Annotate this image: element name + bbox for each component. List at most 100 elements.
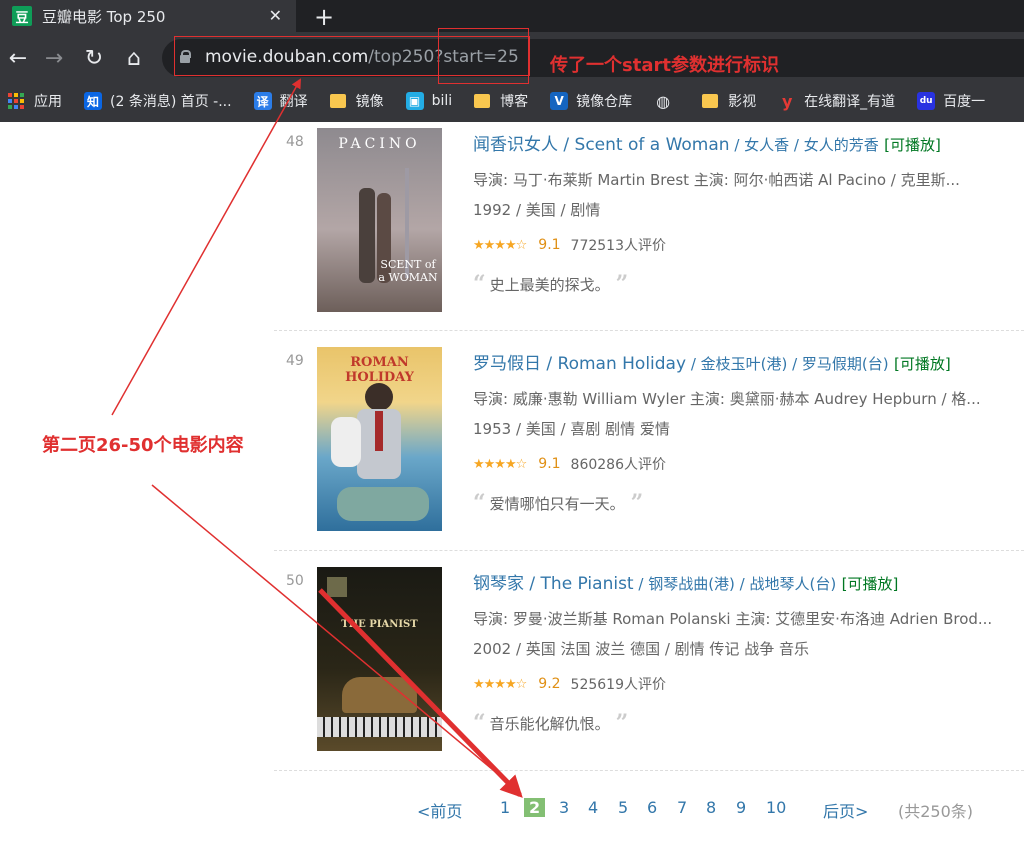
reload-icon[interactable]: ↻: [80, 44, 108, 72]
bookmark-label: (2 条消息) 首页 -...: [110, 94, 232, 110]
movie-crew: 导演: 威廉·惠勒 William Wyler 主演: 奥黛丽·赫本 Audre…: [473, 390, 981, 408]
poster-title: THE PIANIST: [341, 619, 418, 630]
bookmark-bili[interactable]: ▣ bili: [405, 92, 453, 110]
rating-votes: 860286人评价: [570, 457, 666, 473]
douban-favicon-icon: 豆: [12, 6, 32, 26]
bookmark-label: 应用: [34, 94, 62, 110]
movie-poster[interactable]: THE PIANIST: [317, 567, 442, 751]
prev-page-link[interactable]: <前页: [417, 798, 462, 822]
movie-rating: ★★★★☆ 9.2 525619人评价: [473, 674, 1024, 694]
bookmark-label: 在线翻译_有道: [804, 94, 896, 110]
movie-poster[interactable]: ROMAN HOLIDAY: [317, 347, 442, 531]
open-quote-icon: “: [473, 490, 486, 516]
total-count: (共250条): [898, 802, 974, 821]
bookmark-label: 镜像: [355, 94, 384, 110]
open-quote-icon: “: [473, 271, 486, 297]
bookmark-video[interactable]: 影视: [702, 91, 756, 111]
rating-votes: 772513人评价: [570, 238, 666, 254]
movie-quote: “ 史上最美的探戈。 ”: [473, 271, 1024, 297]
movie-other-titles: / 钢琴战曲(港) / 战地琴人(台): [633, 575, 837, 593]
item-divider: [274, 770, 1024, 771]
quote-text: 史上最美的探戈。: [489, 275, 610, 294]
rating-votes: 525619人评价: [570, 677, 666, 693]
page-link-1[interactable]: 1: [500, 798, 510, 817]
baidu-icon: du: [917, 92, 936, 110]
poster-title: PACINO: [338, 136, 421, 152]
bilibili-icon: ▣: [405, 92, 424, 110]
movie-title-en: / Scent of a Woman: [558, 135, 730, 155]
movie-quote: “ 音乐能化解仇恨。 ”: [473, 710, 1024, 736]
open-quote-icon: “: [473, 710, 486, 736]
close-quote-icon: ”: [630, 490, 644, 516]
item-divider: [274, 330, 1024, 331]
movie-title-line[interactable]: 钢琴家 / The Pianist / 钢琴战曲(港) / 战地琴人(台) [可…: [473, 569, 1024, 594]
rating-stars-icon: ★★★★☆: [473, 237, 527, 253]
movie-rating: ★★★★☆ 9.1 860286人评价: [473, 454, 1024, 474]
page-link-10[interactable]: 10: [766, 798, 786, 817]
movie-title-en: / The Pianist: [524, 574, 634, 594]
zhihu-icon: 知: [84, 92, 102, 110]
close-quote-icon: ”: [615, 710, 629, 736]
back-arrow-icon[interactable]: ←: [4, 44, 32, 72]
bookmark-label: 翻译: [279, 94, 308, 110]
movie-rating: ★★★★☆ 9.1 772513人评价: [473, 235, 1024, 255]
bookmark-mirror-repo[interactable]: V 镜像仓库: [550, 91, 632, 111]
next-page-link[interactable]: 后页>: [823, 798, 868, 822]
bookmark-blog[interactable]: 博客: [474, 91, 528, 111]
movie-crew: 导演: 马丁·布莱斯 Martin Brest 主演: 阿尔·帕西诺 Al Pa…: [473, 171, 960, 189]
movie-title-line[interactable]: 闻香识女人 / Scent of a Woman / 女人香 / 女人的芳香 […: [473, 130, 1024, 155]
param-highlight-box: [438, 28, 529, 84]
movie-info: 钢琴家 / The Pianist / 钢琴战曲(港) / 战地琴人(台) [可…: [473, 569, 1024, 736]
bookmark-baidu[interactable]: du 百度一: [917, 91, 985, 111]
movie-title-line[interactable]: 罗马假日 / Roman Holiday / 金枝玉叶(港) / 罗马假期(台)…: [473, 349, 1024, 374]
page-link-7[interactable]: 7: [677, 798, 687, 817]
page-link-6[interactable]: 6: [647, 798, 657, 817]
bookmark-label: 百度一: [943, 94, 986, 110]
poster-subtitle: SCENT of a WOMAN: [378, 258, 438, 284]
movie-poster[interactable]: PACINO SCENT of a WOMAN: [317, 128, 442, 312]
bookmark-youdao[interactable]: y 在线翻译_有道: [778, 91, 895, 111]
movie-item: 50 THE PIANIST 钢琴家 / The Pianist / 钢琴战曲(…: [274, 561, 1024, 769]
home-icon[interactable]: ⌂: [120, 44, 148, 72]
close-tab-icon[interactable]: ✕: [269, 6, 282, 25]
folder-icon: [474, 94, 491, 108]
page-link-5[interactable]: 5: [618, 798, 628, 817]
bookmark-mirror[interactable]: 镜像: [329, 91, 384, 111]
bookmark-apps[interactable]: 应用: [8, 91, 62, 111]
rating-stars-icon: ★★★★☆: [473, 676, 527, 692]
rating-score: 9.1: [538, 237, 561, 253]
movie-crew: 导演: 罗曼·波兰斯基 Roman Polanski 主演: 艾德里安·布洛迪 …: [473, 610, 993, 628]
bookmark-label: bili: [431, 93, 453, 109]
movie-rank: 50: [286, 573, 304, 589]
tab-douban-top250[interactable]: 豆 豆瓣电影 Top 250 ✕: [0, 0, 296, 32]
item-divider: [274, 550, 1024, 551]
movie-meta: 1992 / 美国 / 剧情: [473, 201, 601, 219]
bookmark-translate[interactable]: 译 翻译: [253, 91, 308, 111]
tab-title: 豆瓣电影 Top 250: [42, 7, 166, 26]
movie-info: 闻香识女人 / Scent of a Woman / 女人香 / 女人的芳香 […: [473, 130, 1024, 297]
bookmark-zhihu[interactable]: 知 (2 条消息) 首页 -...: [84, 91, 232, 111]
movie-item: 49 ROMAN HOLIDAY 罗马假日 / Roman Holiday / …: [274, 341, 1024, 549]
bookmark-globe[interactable]: ◍: [654, 91, 680, 111]
movie-meta: 2002 / 英国 法国 波兰 德国 / 剧情 传记 战争 音乐: [473, 640, 809, 658]
translate-icon: 译: [253, 92, 272, 110]
new-tab-icon[interactable]: +: [314, 3, 334, 31]
globe-icon: ◍: [656, 91, 671, 111]
page-link-8[interactable]: 8: [706, 798, 716, 817]
playable-badge[interactable]: [可播放]: [842, 575, 899, 593]
playable-badge[interactable]: [可播放]: [884, 136, 941, 154]
page-link-9[interactable]: 9: [736, 798, 746, 817]
rating-stars-icon: ★★★★☆: [473, 456, 527, 472]
page-link-3[interactable]: 3: [559, 798, 569, 817]
apps-grid-icon: [8, 93, 24, 109]
playable-badge[interactable]: [可播放]: [894, 355, 951, 373]
forward-arrow-icon[interactable]: →: [40, 44, 68, 72]
movie-other-titles: / 女人香 / 女人的芳香: [729, 136, 879, 154]
page-link-4[interactable]: 4: [588, 798, 598, 817]
movie-meta: 1953 / 美国 / 喜剧 剧情 爱情: [473, 420, 670, 438]
movie-info: 罗马假日 / Roman Holiday / 金枝玉叶(港) / 罗马假期(台)…: [473, 349, 1024, 516]
pagination: <前页 1 2 3 4 5 6 7 8 9 10 后页> (共250条): [0, 798, 1024, 822]
quote-text: 音乐能化解仇恨。: [489, 714, 610, 733]
poster-title: ROMAN HOLIDAY: [345, 355, 414, 385]
folder-icon: [702, 94, 719, 108]
